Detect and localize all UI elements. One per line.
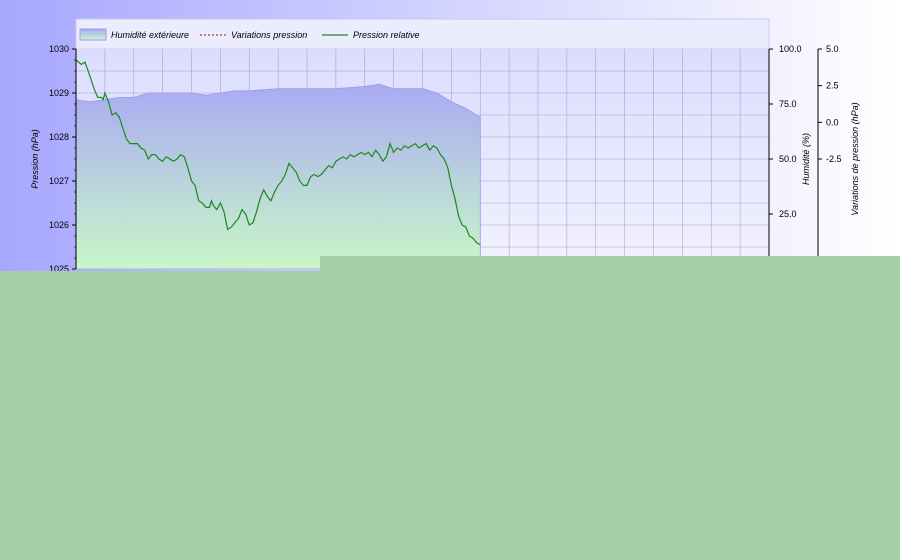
occluded-region-shape — [0, 256, 900, 560]
series-humidity-area — [76, 83, 481, 269]
right-tick-label: 100.0 — [779, 44, 802, 54]
left-tick-label: 1027 — [49, 176, 69, 186]
right-tick-label: 50.0 — [779, 154, 797, 164]
pressure-humidity-chart: Humidité extérieure Variations pression Pr… — [0, 0, 900, 560]
chart-stage: Humidité extérieure Variations pression Pr… — [0, 0, 900, 560]
right-axis-2-title: Variations de pression (hPa) — [850, 102, 860, 215]
right-axis-title: Humidité (%) — [801, 133, 811, 185]
legend-swatch-humidity — [79, 28, 107, 41]
legend-entry: Humidité extérieure — [79, 28, 189, 41]
left-axis-title: Pression (hPa) — [30, 129, 40, 189]
right2-tick-label: 2.5 — [826, 81, 839, 91]
legend-label: Variations pression — [231, 30, 307, 40]
chart-legend: Humidité extérieure Variations pression Pr… — [75, 18, 770, 50]
left-tick-label: 1026 — [49, 220, 69, 230]
right2-tick-label: -2.5 — [826, 154, 842, 164]
right-tick-label: 25.0 — [779, 209, 797, 219]
left-tick-label: 1028 — [49, 132, 69, 142]
legend-label: Humidité extérieure — [111, 30, 189, 40]
right2-tick-label: 5.0 — [826, 44, 839, 54]
legend-label: Pression relative — [353, 30, 420, 40]
right-tick-label: 75.0 — [779, 99, 797, 109]
right2-tick-label: 0.0 — [826, 117, 839, 127]
left-tick-label: 1030 — [49, 44, 69, 54]
left-tick-label: 1029 — [49, 88, 69, 98]
